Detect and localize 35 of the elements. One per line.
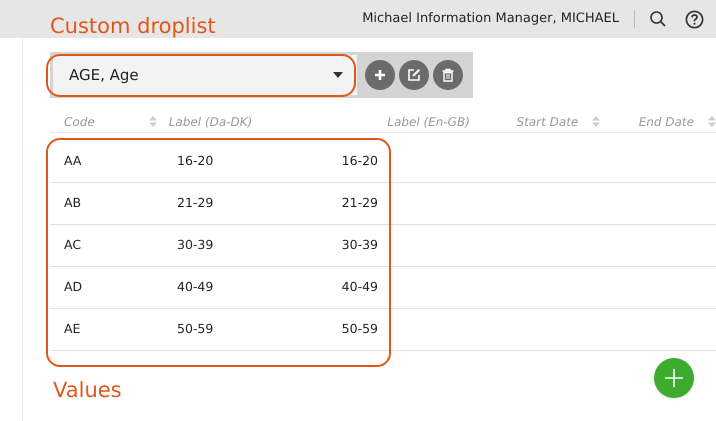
column-header[interactable]: End Date	[638, 112, 694, 130]
table-cell-text: 50-59	[340, 320, 378, 338]
table-cell-text: 50-59	[177, 320, 214, 338]
droplist-select[interactable]: AGE, Age	[53, 55, 357, 95]
trash-icon	[442, 68, 454, 82]
table-cell-text: 40-49	[177, 278, 214, 296]
table-cell-text: AB	[63, 194, 82, 212]
table-cell-text: AC	[63, 236, 82, 254]
table-cell-text: AD	[63, 278, 84, 296]
search-icon[interactable]	[649, 10, 667, 28]
caret-icon	[333, 72, 343, 78]
column-header[interactable]: Start Date	[516, 112, 578, 130]
edit-icon	[407, 68, 421, 82]
plus-icon	[664, 368, 684, 388]
user-name: Michael Information Manager, MICHAEL	[362, 10, 619, 28]
callout-label: Values	[53, 380, 122, 401]
column-header[interactable]: Label (Da-DK)	[168, 112, 252, 130]
table-cell-text: 21-29	[177, 194, 214, 212]
add-fab[interactable]	[654, 358, 694, 398]
delete-button[interactable]	[433, 60, 463, 90]
add-button[interactable]	[365, 60, 395, 90]
help-icon[interactable]	[685, 10, 704, 28]
table-cell-text: 21-29	[340, 194, 378, 212]
table-cell-text: 40-49	[340, 278, 378, 296]
table-cell-text: 30-39	[177, 236, 214, 254]
table-cell-text: 30-39	[340, 236, 378, 254]
column-header[interactable]: Code	[64, 112, 95, 130]
table-cell-text: 16-20	[340, 152, 378, 170]
edit-button[interactable]	[399, 60, 429, 90]
table-cell-text: AA	[63, 152, 82, 170]
callout-label: Custom droplist	[50, 16, 216, 37]
plus-icon	[374, 69, 386, 81]
column-header[interactable]: Label (En-GB)	[387, 112, 470, 130]
table-cell-text: 16-20	[177, 152, 214, 170]
table-cell-text: AE	[63, 320, 82, 338]
